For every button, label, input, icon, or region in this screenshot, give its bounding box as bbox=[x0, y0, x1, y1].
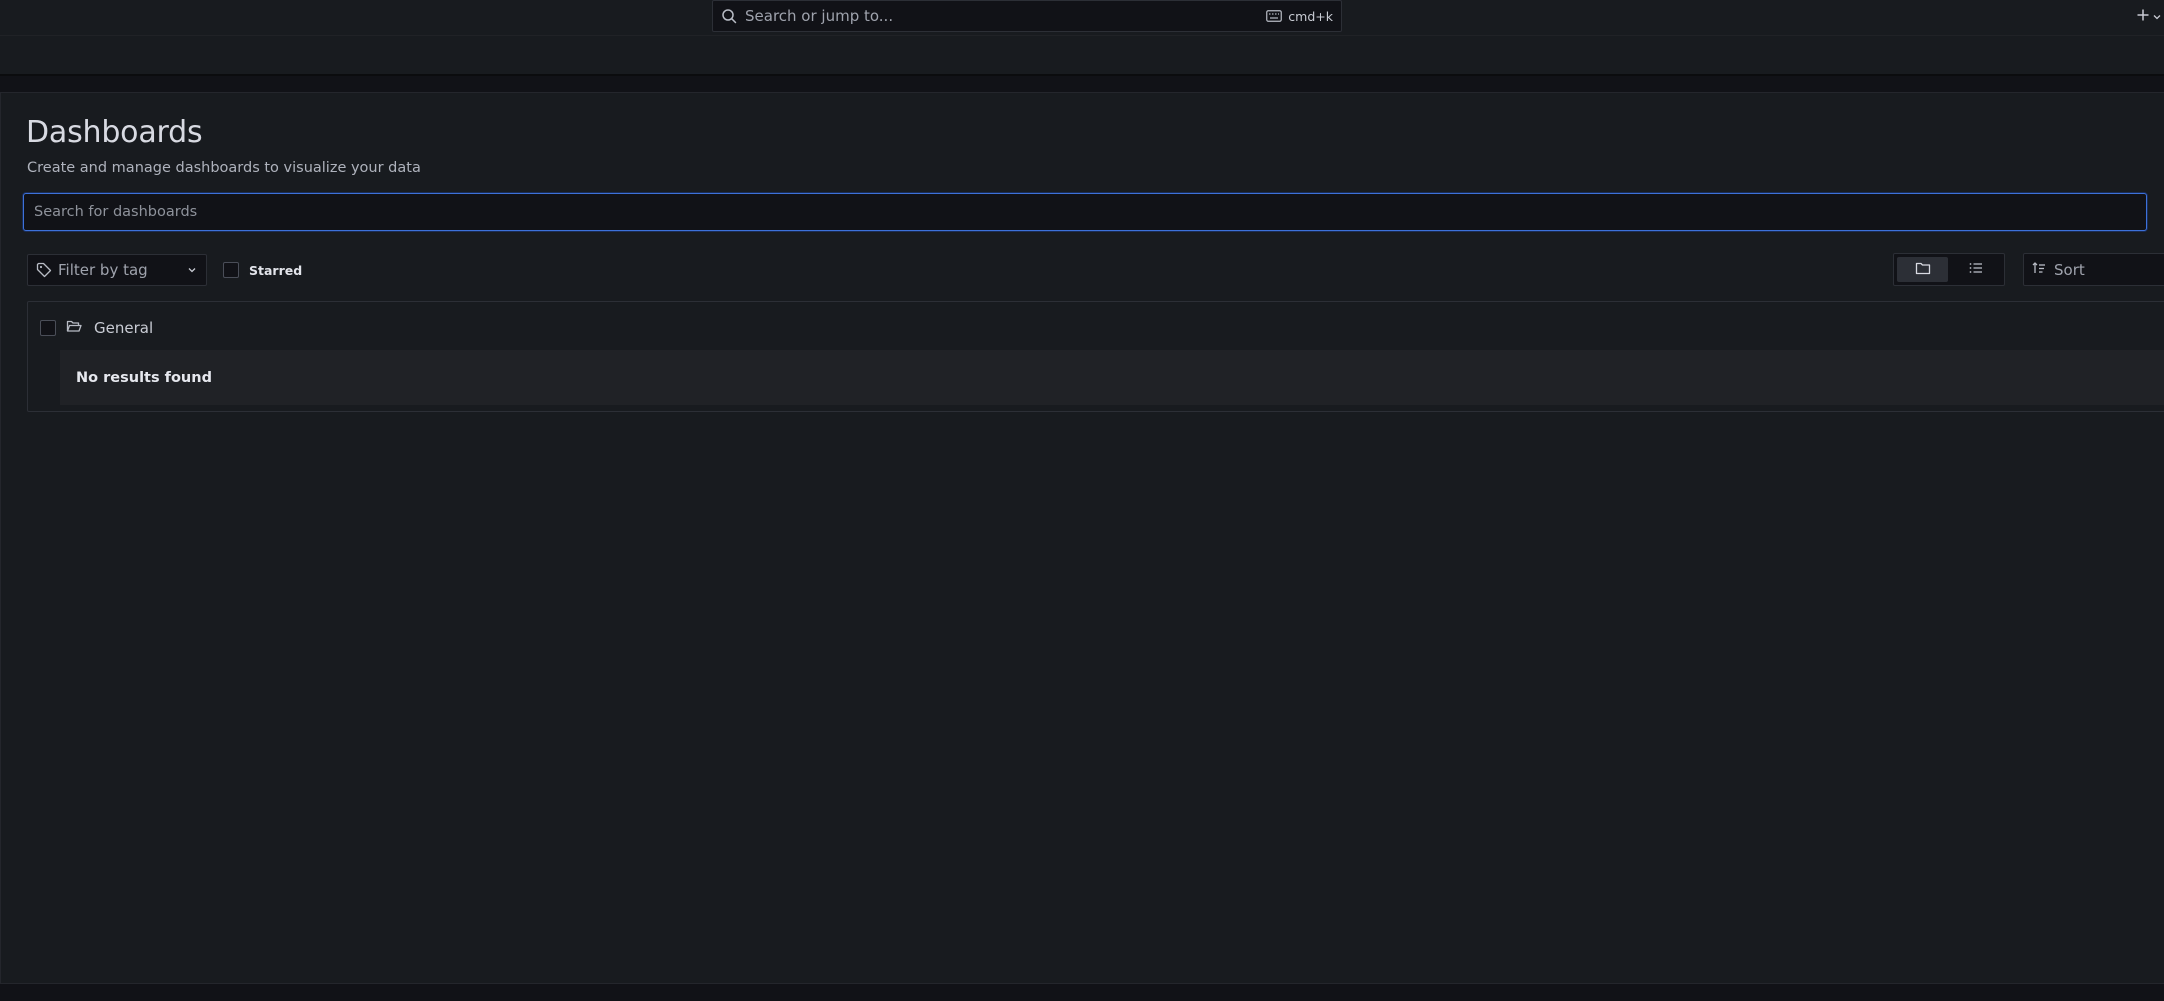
chevron-down-icon bbox=[186, 264, 198, 276]
global-search-bar[interactable]: Search or jump to... cmd+k bbox=[712, 0, 1342, 32]
list-icon bbox=[1968, 260, 1984, 279]
folder-icon bbox=[1915, 260, 1931, 279]
folder-view-button[interactable] bbox=[1897, 257, 1948, 282]
breadcrumb-bar bbox=[0, 36, 2164, 76]
view-mode-toggle bbox=[1893, 253, 2005, 286]
folder-select-checkbox[interactable] bbox=[40, 319, 56, 336]
starred-label: Starred bbox=[249, 262, 303, 278]
keyboard-icon bbox=[1266, 10, 1283, 22]
tag-filter-placeholder: Filter by tag bbox=[58, 261, 148, 279]
folder-open-icon bbox=[66, 318, 82, 337]
no-results-message: No results found bbox=[76, 369, 212, 386]
chevron-down-icon bbox=[2152, 7, 2162, 26]
sort-icon bbox=[2032, 260, 2046, 279]
global-search-placeholder: Search or jump to... bbox=[745, 7, 894, 25]
new-menu-button[interactable] bbox=[2134, 6, 2164, 26]
keyboard-shortcut-hint: cmd+k bbox=[1266, 9, 1333, 24]
top-navbar: Search or jump to... cmd+k bbox=[0, 0, 2164, 36]
shortcut-label: cmd+k bbox=[1288, 8, 1333, 24]
sort-label: Sort bbox=[2054, 260, 2085, 279]
page-title: Dashboards bbox=[26, 115, 203, 150]
dashboards-page: Dashboards Create and manage dashboards … bbox=[0, 92, 2164, 984]
empty-state: No results found bbox=[60, 350, 2164, 405]
search-icon bbox=[721, 8, 737, 24]
dashboard-search-input[interactable] bbox=[23, 193, 2147, 231]
plus-icon bbox=[2136, 7, 2150, 26]
starred-checkbox[interactable] bbox=[223, 262, 239, 278]
sort-select[interactable]: Sort bbox=[2023, 253, 2164, 286]
search-results-panel: General No results found bbox=[27, 301, 2164, 412]
starred-filter[interactable]: Starred bbox=[223, 262, 302, 278]
tag-icon bbox=[36, 262, 52, 278]
page-subtitle: Create and manage dashboards to visualiz… bbox=[27, 160, 421, 176]
tag-filter-select[interactable]: Filter by tag bbox=[27, 254, 207, 286]
folder-row-general[interactable]: General bbox=[40, 318, 153, 337]
folder-name[interactable]: General bbox=[94, 319, 153, 337]
list-view-button[interactable] bbox=[1950, 257, 2001, 282]
